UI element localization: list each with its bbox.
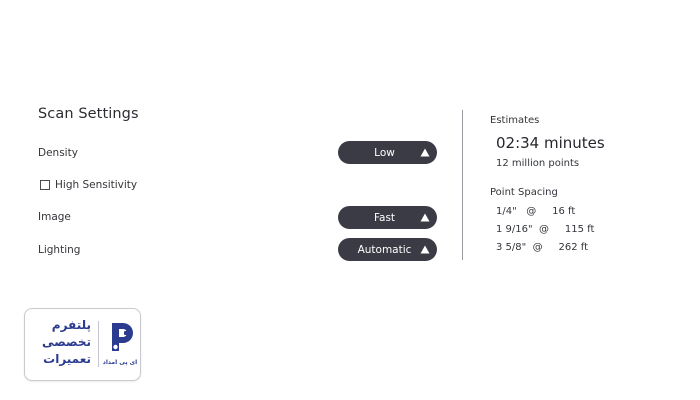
watermark-brand: ای پی امداد xyxy=(102,359,138,366)
density-label: Density xyxy=(38,147,78,159)
high-sensitivity-label: High Sensitivity xyxy=(55,179,138,191)
watermark-line-3: تعمیرات xyxy=(43,352,91,366)
scan-settings-title: Scan Settings xyxy=(38,106,139,122)
time-estimate: 02:34 minutes xyxy=(496,134,605,152)
density-dropdown[interactable]: Low xyxy=(338,141,437,164)
point-spacing-row: 1 9/16" @ 115 ft xyxy=(496,224,595,235)
points-estimate: 12 million points xyxy=(496,158,580,169)
watermark-badge: پلتفرم تخصصی تعمیرات ای پی امداد xyxy=(24,308,141,381)
image-label: Image xyxy=(38,211,71,223)
lighting-dropdown[interactable]: Automatic xyxy=(338,238,437,261)
vertical-divider xyxy=(462,110,463,260)
triangle-up-icon xyxy=(420,245,430,254)
triangle-up-icon xyxy=(420,213,430,222)
high-sensitivity-checkbox[interactable]: High Sensitivity xyxy=(40,179,137,191)
watermark-line-2: تخصصی xyxy=(42,335,91,349)
image-dropdown[interactable]: Fast xyxy=(338,206,437,229)
point-spacing-row: 1/4" @ 16 ft xyxy=(496,206,576,217)
checkbox-box[interactable] xyxy=(40,180,50,190)
estimates-title: Estimates xyxy=(490,115,540,126)
watermark-line-1: پلتفرم xyxy=(51,318,91,332)
triangle-up-icon xyxy=(420,148,430,157)
scan-settings-screen: Scan Settings Density Low High Sensitivi… xyxy=(0,0,700,400)
point-spacing-title: Point Spacing xyxy=(490,187,558,198)
point-spacing-row: 3 5/8" @ 262 ft xyxy=(496,242,589,253)
watermark-separator xyxy=(98,321,99,367)
watermark-text: پلتفرم تخصصی تعمیرات xyxy=(31,317,91,368)
brand-logo-icon xyxy=(112,323,133,351)
lighting-label: Lighting xyxy=(38,244,81,256)
